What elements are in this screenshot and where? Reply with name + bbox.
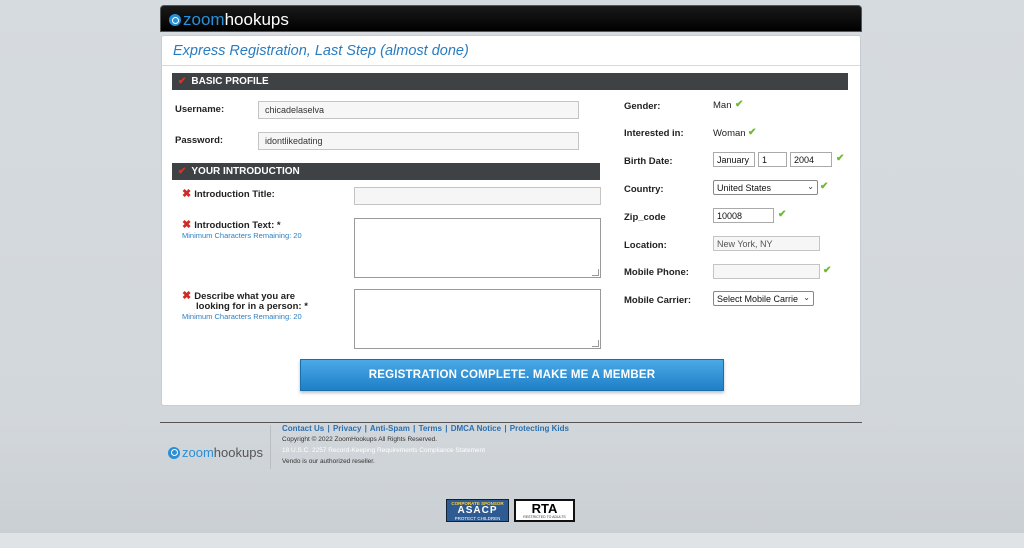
birth-day-field[interactable]: 1 <box>758 152 787 167</box>
logo-hookups-text: hookups <box>213 445 263 460</box>
check-icon: ✔ <box>735 99 744 110</box>
rta-bottom-text: RESTRICTED TO ADULTS <box>523 515 566 519</box>
section-title: YOUR INTRODUCTION <box>191 166 300 177</box>
compliance-statement-link[interactable]: 18 U.S.C. 2257 Record-Keeping Requiremen… <box>282 447 485 454</box>
checkmark-icon: ✔ <box>178 166 187 177</box>
link-separator: | <box>327 424 330 433</box>
copyright-text: Copyright © 2022 ZoomHookups All Rights … <box>282 436 438 443</box>
check-icon: ✔ <box>748 127 757 138</box>
footer-logo[interactable]: zoom hookups <box>168 445 263 460</box>
chevron-down-icon: ⌄ <box>807 182 814 191</box>
link-separator: | <box>364 424 367 433</box>
footer-link-terms[interactable]: Terms <box>419 424 442 433</box>
check-icon: ✔ <box>778 209 787 220</box>
describe-hint: Minimum Characters Remaining: 20 <box>182 312 302 321</box>
section-title: BASIC PROFILE <box>191 76 269 87</box>
title-divider <box>162 65 860 66</box>
chat-bubble-icon <box>168 446 180 459</box>
birth-year-field[interactable]: 2004 <box>790 152 832 167</box>
gender-label: Gender: <box>624 101 661 112</box>
birth-date-label: Birth Date: <box>624 156 673 167</box>
link-separator: | <box>445 424 448 433</box>
x-mark-icon: ✖ <box>182 290 192 302</box>
zip-code-label: Zip_code <box>624 212 666 223</box>
basic-profile-header: ✔ BASIC PROFILE <box>172 73 848 90</box>
asacp-main-text: ASACP <box>457 504 498 516</box>
chevron-down-icon: ⌄ <box>802 293 810 302</box>
rta-main-text: RTA <box>531 501 558 516</box>
footer-vertical-divider <box>270 425 271 469</box>
logo-hookups-text: hookups <box>224 10 289 29</box>
location-label: Location: <box>624 240 667 251</box>
footer-divider-line <box>160 422 862 423</box>
password-label: Password: <box>175 135 224 146</box>
intro-title-input[interactable] <box>354 187 601 205</box>
bottom-strip <box>0 533 1024 548</box>
username-label: Username: <box>175 104 225 115</box>
password-field[interactable]: idontlikedating <box>258 132 579 150</box>
intro-title-label-text: Introduction Title: <box>194 189 275 200</box>
x-mark-icon: ✖ <box>182 219 192 231</box>
x-mark-icon: ✖ <box>182 188 192 200</box>
link-separator: | <box>504 424 507 433</box>
logo-zoom-text: zoom <box>183 10 225 29</box>
link-separator: | <box>413 424 416 433</box>
describe-text-area[interactable] <box>354 289 601 349</box>
footer-link-protecting-kids[interactable]: Protecting Kids <box>510 424 569 433</box>
intro-text-area[interactable] <box>354 218 601 278</box>
interested-label: Interested in: <box>624 128 684 139</box>
site-logo[interactable]: zoom hookups <box>169 10 289 30</box>
asacp-badge[interactable]: CORPORATE SPONSOR ASACP PROTECT CHILDREN <box>446 499 509 522</box>
country-select[interactable]: United States ⌄ <box>713 180 818 195</box>
describe-label-line2: looking for in a person: * <box>196 301 308 312</box>
intro-text-label: ✖ Introduction Text: * <box>182 218 281 231</box>
country-label: Country: <box>624 184 664 195</box>
footer-link-dmca[interactable]: DMCA Notice <box>451 424 501 433</box>
check-icon: ✔ <box>820 181 829 192</box>
checkmark-icon: ✔ <box>178 76 187 87</box>
mobile-phone-field[interactable] <box>713 264 820 279</box>
intro-title-label: ✖ Introduction Title: <box>182 187 275 200</box>
check-icon: ✔ <box>823 265 832 276</box>
interested-value: Woman <box>713 128 746 139</box>
reseller-text: Vendo is our authorized reseller. <box>282 458 375 465</box>
registration-card: Express Registration, Last Step (almost … <box>161 35 861 406</box>
location-field[interactable]: New York, NY <box>713 236 820 251</box>
username-field[interactable]: chicadelaselva <box>258 101 579 119</box>
footer-links: Contact Us | Privacy | Anti-Spam | Terms… <box>282 424 569 433</box>
registration-complete-button[interactable]: REGISTRATION COMPLETE. MAKE ME A MEMBER <box>300 359 724 391</box>
footer-link-anti-spam[interactable]: Anti-Spam <box>370 424 410 433</box>
rta-badge[interactable]: RTA RESTRICTED TO ADULTS <box>514 499 575 522</box>
mobile-carrier-select[interactable]: Select Mobile Carrie ⌄ <box>713 291 814 306</box>
introduction-header: ✔ YOUR INTRODUCTION <box>172 163 600 180</box>
asacp-bottom-text: PROTECT CHILDREN <box>454 515 501 521</box>
birth-month-field[interactable]: January <box>713 152 755 167</box>
country-value: United States <box>717 182 772 193</box>
header-bar: zoom hookups <box>160 5 862 32</box>
page-title: Express Registration, Last Step (almost … <box>173 43 469 59</box>
zip-code-field[interactable]: 10008 <box>713 208 774 223</box>
logo-zoom-text: zoom <box>182 445 214 460</box>
check-icon: ✔ <box>836 153 845 164</box>
chat-bubble-icon <box>169 14 181 26</box>
footer-link-privacy[interactable]: Privacy <box>333 424 361 433</box>
mobile-carrier-label: Mobile Carrier: <box>624 295 692 306</box>
intro-text-label-text: Introduction Text: * <box>194 220 281 231</box>
gender-value: Man <box>713 100 732 111</box>
footer-link-contact[interactable]: Contact Us <box>282 424 324 433</box>
mobile-phone-label: Mobile Phone: <box>624 267 689 278</box>
intro-text-hint: Minimum Characters Remaining: 20 <box>182 231 302 240</box>
mobile-carrier-value: Select Mobile Carrie <box>717 293 799 304</box>
